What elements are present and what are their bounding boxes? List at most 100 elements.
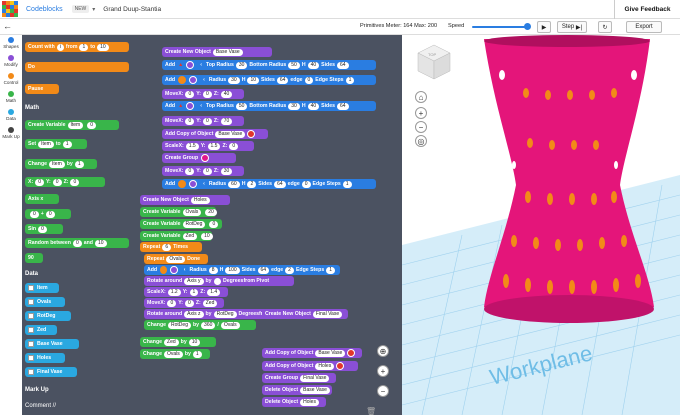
checkbox-icon[interactable] — [28, 369, 34, 375]
scale-y-input[interactable]: 1.5 — [207, 142, 221, 150]
zoom-in-view-button[interactable]: + — [415, 107, 427, 119]
color-swatch-icon[interactable] — [186, 61, 195, 69]
axis-dropdown[interactable]: Axis x — [28, 196, 43, 202]
do-block[interactable]: Do — [25, 62, 129, 72]
object-name-field[interactable]: Base Vase — [315, 349, 346, 357]
create-variable-block[interactable]: Create Variable Item 0 — [25, 120, 119, 130]
checkbox-icon[interactable] — [28, 285, 34, 291]
add-cone-block[interactable]: Add ▲ ‹ Top Radius 30 Bottom Radius 50 H 40… — [162, 60, 376, 70]
play-button[interactable]: ▶ — [537, 21, 551, 33]
function-dropdown[interactable]: Sin — [28, 226, 36, 232]
create-object-block[interactable]: Create New Object Final Vase — [262, 309, 348, 319]
back-arrow-icon[interactable]: ← — [3, 21, 12, 31]
operand-a-input[interactable]: 0 — [30, 210, 39, 218]
divide-operator[interactable]: / — [217, 322, 218, 328]
sin-block[interactable]: Sin 0 — [25, 224, 63, 234]
variable-value-input[interactable]: 0 — [209, 220, 219, 228]
move-z-input[interactable]: 30 — [220, 167, 233, 175]
arithmetic-block[interactable]: 0 + 0 — [25, 209, 71, 219]
height-input[interactable]: 40 — [307, 61, 320, 69]
move-block[interactable]: Move X: 0 Y: 0 Z: 40 — [162, 89, 244, 99]
change-name-field[interactable]: Ovals — [164, 350, 183, 358]
data-item-block[interactable]: RotDeg — [25, 311, 71, 321]
create-variable-block[interactable]: Create Variable Ovals 20 — [140, 207, 217, 217]
radius-input[interactable]: 8 — [208, 266, 218, 274]
speed-slider-handle[interactable] — [524, 23, 531, 30]
sin-input[interactable]: 0 — [38, 225, 47, 233]
move-x-input[interactable]: 0 — [167, 299, 177, 307]
change-block[interactable]: Change Ovals by 1 — [140, 349, 210, 359]
chevron-down-icon[interactable]: ▾ — [92, 6, 95, 13]
object-name-field[interactable]: Holes — [300, 398, 319, 406]
give-feedback-button[interactable]: Give Feedback — [614, 0, 680, 19]
change-name-field[interactable]: Zed — [164, 338, 179, 346]
object-name-field[interactable]: Base Vase — [300, 386, 330, 394]
degrees-input[interactable]: RotDeg — [213, 310, 237, 318]
export-button[interactable]: Export — [626, 21, 662, 33]
multicolor-swatch-icon[interactable] — [336, 362, 345, 370]
move-block[interactable]: Move X: 0 Y: 0 Z: 30 — [162, 166, 244, 176]
operator-dropdown[interactable]: + — [41, 211, 44, 217]
edge-steps-input[interactable]: 1 — [326, 266, 335, 274]
data-item-block[interactable]: Ovals — [25, 297, 65, 307]
change-block[interactable]: Change RotDeg by 360 / Ovals — [144, 320, 256, 330]
sides-input[interactable]: 64 — [337, 102, 349, 110]
change-value-input[interactable]: 360 — [201, 321, 216, 329]
set-block[interactable]: Set Item to 1 — [25, 139, 87, 149]
axis-dropdown[interactable]: Axis z — [184, 310, 204, 318]
category-math[interactable]: Math — [0, 91, 22, 103]
create-variable-block[interactable]: Create Variable RotDeg 0 — [140, 219, 222, 229]
height-input[interactable]: 100 — [225, 266, 240, 274]
top-radius-input[interactable]: 50 — [235, 102, 248, 110]
height-input[interactable]: 40 — [307, 102, 320, 110]
change-name-field[interactable]: RotDeg — [168, 321, 191, 329]
rotate-block[interactable]: Rotate around Axis y by Degrees from Piv… — [144, 276, 294, 286]
random-min-input[interactable]: 0 — [72, 239, 82, 247]
perspective-button[interactable]: ◎ — [415, 135, 427, 147]
variable-value-input[interactable]: 20 — [205, 208, 217, 216]
move-y-input[interactable]: 0 — [185, 299, 194, 307]
chevron-left-icon[interactable]: ‹ — [200, 62, 202, 68]
checkbox-icon[interactable] — [28, 299, 34, 305]
add-cylinder-block[interactable]: Add ‹ Radius 60 H2 Sides 64 edge 0 Edge Ste… — [162, 179, 376, 189]
project-title[interactable]: Grand Duup-Stantia — [103, 6, 161, 13]
category-data[interactable]: Data — [0, 109, 22, 121]
object-name-field[interactable]: Holes — [190, 196, 210, 204]
category-control[interactable]: Control — [0, 73, 22, 85]
edge-input[interactable]: 0 — [304, 76, 314, 84]
change-name-field[interactable]: Item — [49, 160, 65, 168]
sides-input[interactable]: 64 — [274, 180, 286, 188]
checkbox-icon[interactable] — [28, 341, 34, 347]
xyz-block[interactable]: X: 0 Y: 0 Z: 0 — [25, 177, 105, 187]
variable-name-field[interactable]: Item — [67, 121, 84, 129]
axis-dropdown[interactable]: Axis y — [184, 277, 204, 285]
object-name-field[interactable]: Final Vase — [312, 310, 343, 318]
sides-input[interactable]: 64 — [276, 76, 289, 84]
count-from-input[interactable]: 1 — [79, 43, 89, 51]
edge-input[interactable]: 0 — [301, 180, 311, 188]
variable-name-field[interactable]: Zed — [182, 232, 198, 240]
add-copy-block[interactable]: Add Copy of Object Base Vase — [262, 348, 362, 358]
create-object-block[interactable]: Create New Object Holes — [140, 195, 230, 205]
delete-object-block[interactable]: Delete Object Base Vase — [262, 385, 332, 395]
number-block[interactable]: 90 — [25, 253, 43, 263]
category-shapes[interactable]: Shapes — [0, 37, 22, 49]
pause-block[interactable]: Pause — [25, 84, 59, 94]
scale-z-input[interactable]: 1.4 — [207, 288, 221, 296]
object-name-field[interactable]: Base Vase — [215, 130, 246, 138]
sides-input[interactable]: 64 — [257, 266, 270, 274]
add-copy-block[interactable]: Add Copy of Object Base Vase — [162, 129, 268, 139]
move-block[interactable]: Move X: 0 Y: 0 Z: Zed — [144, 298, 224, 308]
color-swatch-icon[interactable] — [201, 154, 210, 162]
trash-icon[interactable]: 🗑 — [366, 407, 378, 415]
bottom-radius-input[interactable]: 50 — [288, 61, 300, 69]
divisor-field[interactable]: Ovals — [220, 321, 240, 329]
checkbox-icon[interactable] — [28, 313, 34, 319]
count-var-field[interactable]: i — [56, 43, 64, 51]
variable-value-input[interactable]: 0 — [87, 121, 97, 129]
recenter-button[interactable]: ⊕ — [377, 345, 389, 357]
scale-block[interactable]: Scale X: 1.2 Y: 1 Z: 1.4 — [144, 287, 228, 297]
variable-name-field[interactable]: RotDeg — [182, 220, 206, 228]
create-group-block[interactable]: Create Group Final Vase — [262, 373, 336, 383]
change-value-input[interactable]: 10 — [188, 338, 201, 346]
